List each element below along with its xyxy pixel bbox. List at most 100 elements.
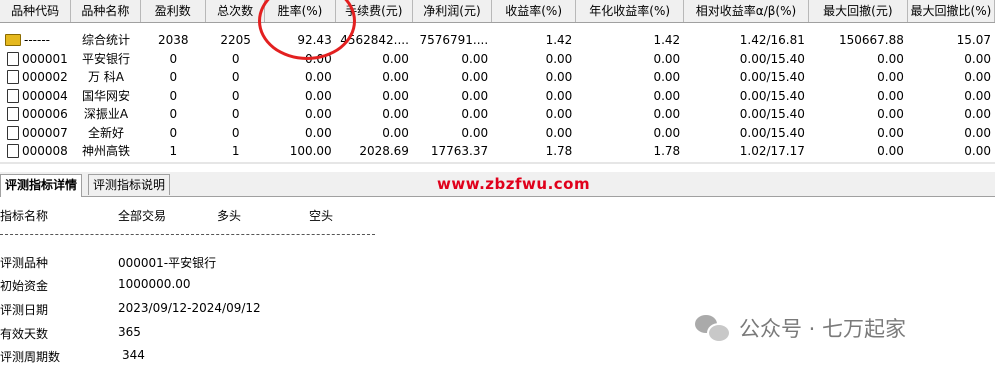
table-cell: 2028.69 bbox=[359, 144, 409, 158]
document-icon bbox=[7, 107, 19, 121]
table-cell: 1.78 bbox=[653, 144, 681, 158]
code-text: ------ bbox=[24, 33, 50, 47]
detail-header-short: 空头 bbox=[309, 209, 334, 223]
table-cell: 国华网安 bbox=[81, 88, 130, 103]
summary-row[interactable]: ------ 综合统计 2038 2205 92.43 4562842.... 757679… bbox=[0, 31, 995, 49]
table-cell: 1.78 bbox=[545, 144, 573, 158]
table-row[interactable]: 000007 全新好 0 0 0.00 0.00 0.00 0.00 0.00 0.00/15.4… bbox=[0, 124, 995, 142]
table-cell: 92.43 bbox=[297, 33, 332, 47]
column-header[interactable]: 品种代码 bbox=[0, 0, 72, 22]
table-cell: 0.00 bbox=[382, 51, 409, 66]
wechat-icon bbox=[695, 313, 731, 343]
table-cell: 0.00 bbox=[304, 107, 332, 121]
folder-icon bbox=[5, 34, 21, 46]
table-cell: 0.00/15.40 bbox=[739, 125, 805, 140]
code-cell: 000002 bbox=[0, 68, 71, 86]
column-header[interactable]: 总次数 bbox=[206, 0, 266, 22]
table-cell: 4562842.... bbox=[340, 33, 409, 47]
code-text: 000002 bbox=[22, 70, 68, 84]
detail-label-capital: 初始资金 bbox=[0, 279, 49, 293]
table-cell: 1.02/17.17 bbox=[739, 144, 805, 158]
table-cell: 0.00 bbox=[461, 88, 489, 103]
table-row[interactable]: 000001 平安银行 0 0 0.00 0.00 0.00 0.00 0.00 0.00/15.… bbox=[0, 50, 995, 68]
table-cell: 0 bbox=[169, 125, 178, 140]
table-row[interactable]: 000008 神州高铁 1 1 100.00 2028.69 17763.37 1.78 1.7… bbox=[0, 142, 995, 160]
column-header[interactable]: 盈利数 bbox=[141, 0, 206, 22]
column-header[interactable]: 最大回撤(元) bbox=[809, 0, 908, 22]
table-cell: 0.00 bbox=[545, 88, 573, 103]
table-cell: 0.00 bbox=[877, 125, 904, 140]
tab-metrics-explanation[interactable]: 评测指标说明 bbox=[88, 174, 171, 195]
code-text: 000001 bbox=[22, 51, 68, 66]
table-cell: 17763.37 bbox=[430, 144, 489, 158]
detail-value-capital: 1000000.00 bbox=[118, 277, 191, 291]
table-cell: 0.00 bbox=[304, 125, 332, 140]
horizontal-scrollbar[interactable] bbox=[0, 162, 995, 164]
tab-metrics-detail[interactable]: 评测指标详情 bbox=[0, 174, 83, 197]
table-cell: 万 科A bbox=[87, 70, 124, 84]
detail-value-periods: 344 bbox=[122, 348, 145, 362]
column-header[interactable]: 净利润(元) bbox=[413, 0, 493, 22]
code-text: 000004 bbox=[22, 88, 68, 103]
table-cell: 0.00 bbox=[382, 107, 409, 121]
wechat-watermark: 公众号 · 七万起家 bbox=[695, 313, 906, 343]
table-cell: 0.00 bbox=[461, 70, 489, 84]
table-cell: 100.00 bbox=[289, 144, 332, 158]
table-cell: 0.00 bbox=[653, 88, 681, 103]
code-text: 000007 bbox=[22, 125, 68, 140]
table-row[interactable]: 000006 深振业A 0 0 0.00 0.00 0.00 0.00 0.00 0.00/15.… bbox=[0, 105, 995, 123]
table-cell: 0.00 bbox=[877, 70, 904, 84]
code-cell: 000004 bbox=[0, 87, 71, 105]
table-cell: 0.00 bbox=[964, 125, 991, 140]
column-header[interactable]: 年化收益率(%) bbox=[576, 0, 685, 22]
table-cell: 0.00 bbox=[382, 88, 409, 103]
table-cell: 0.00 bbox=[545, 51, 573, 66]
table-cell: 0 bbox=[169, 51, 178, 66]
table-cell: 0.00 bbox=[304, 88, 332, 103]
detail-label-date: 评测日期 bbox=[0, 303, 49, 317]
document-icon bbox=[7, 70, 19, 84]
table-cell: 0.00 bbox=[545, 70, 573, 84]
column-header[interactable]: 最大回撤比(%) bbox=[908, 0, 995, 22]
table-cell: 0.00 bbox=[304, 51, 332, 66]
detail-value-symbol: 000001-平安银行 bbox=[118, 256, 217, 270]
table-cell: 0.00 bbox=[877, 51, 904, 66]
table-cell: 1 bbox=[231, 144, 240, 158]
detail-value-date: 2023/09/12-2024/09/12 bbox=[118, 301, 261, 315]
table-cell: 0.00 bbox=[545, 107, 573, 121]
document-icon bbox=[7, 125, 19, 140]
detail-header-all: 全部交易 bbox=[118, 209, 167, 223]
column-header[interactable]: 胜率(%) bbox=[265, 0, 336, 22]
document-icon bbox=[7, 144, 19, 158]
document-icon bbox=[7, 88, 19, 103]
detail-header-long: 多头 bbox=[217, 209, 242, 223]
table-cell: 0.00 bbox=[461, 51, 489, 66]
table-cell: 0 bbox=[231, 125, 240, 140]
url-watermark: www.zbzfwu.com bbox=[437, 175, 591, 193]
detail-value-days: 365 bbox=[118, 325, 141, 339]
column-header[interactable]: 手续费(元) bbox=[336, 0, 413, 22]
table-cell: 0 bbox=[231, 51, 240, 66]
table-cell: 全新好 bbox=[87, 125, 124, 140]
code-cell: 000007 bbox=[0, 124, 71, 142]
table-cell: 150667.88 bbox=[838, 33, 904, 47]
table-cell: 0.00 bbox=[461, 125, 489, 140]
table-cell: 0.00 bbox=[304, 70, 332, 84]
table-cell: 0.00 bbox=[964, 107, 991, 121]
table-row[interactable]: 000002 万 科A 0 0 0.00 0.00 0.00 0.00 0.00 0.00/15.… bbox=[0, 68, 995, 86]
table-cell: 0 bbox=[231, 70, 240, 84]
table-row[interactable]: 000004 国华网安 0 0 0.00 0.00 0.00 0.00 0.00 0.00/15.… bbox=[0, 87, 995, 105]
table-cell: 0.00/15.40 bbox=[739, 51, 805, 66]
column-header[interactable]: 收益率(%) bbox=[492, 0, 577, 22]
table-cell: 0.00 bbox=[964, 70, 991, 84]
code-text: 000008 bbox=[22, 144, 68, 158]
column-header[interactable]: 相对收益率α/β(%) bbox=[684, 0, 809, 22]
detail-label-symbol: 评测品种 bbox=[0, 256, 49, 270]
table-cell: 0.00 bbox=[877, 144, 904, 158]
wechat-watermark-text: 公众号 · 七万起家 bbox=[739, 317, 907, 341]
table-cell: 0 bbox=[231, 107, 240, 121]
column-header[interactable]: 品种名称 bbox=[71, 0, 141, 22]
table-cell: 0.00 bbox=[877, 88, 904, 103]
code-cell: 000008 bbox=[0, 142, 71, 160]
code-cell: ------ bbox=[0, 31, 71, 49]
